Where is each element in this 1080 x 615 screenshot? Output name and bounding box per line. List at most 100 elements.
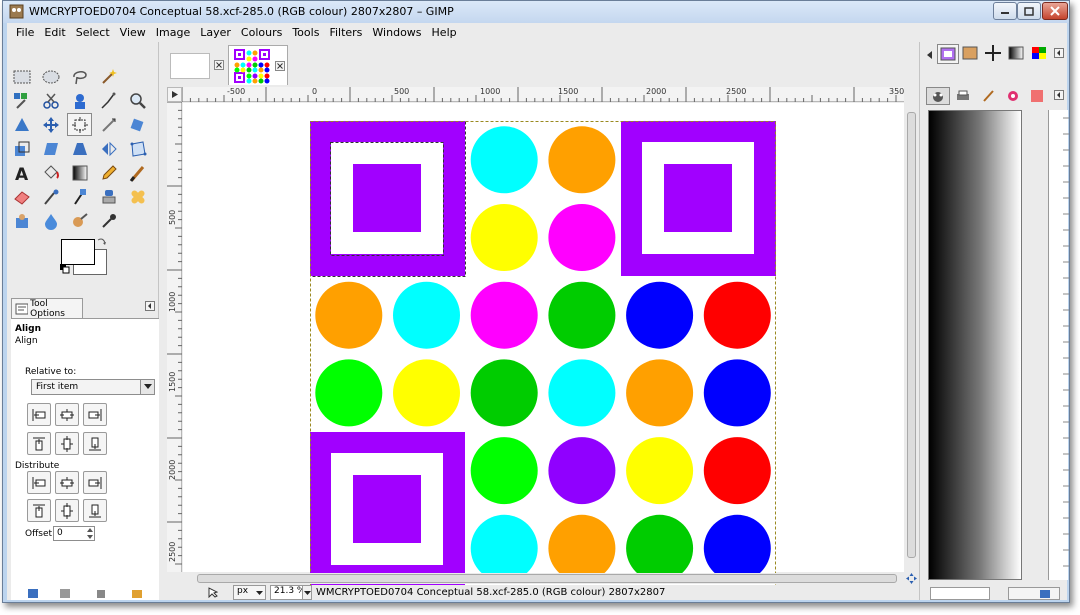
distribute-bottom-button[interactable] <box>83 499 107 522</box>
align-middle-v-button[interactable] <box>55 432 79 455</box>
dock-menu-icon[interactable] <box>924 50 934 60</box>
zoom-dropdown-button[interactable] <box>302 585 312 600</box>
reset-tool-options-icon[interactable] <box>131 588 143 598</box>
airbrush-tool[interactable] <box>38 185 63 208</box>
dock-tab-palettes[interactable] <box>1029 44 1051 64</box>
colour-wheel-icon[interactable] <box>1006 89 1020 103</box>
dock-tab-menu-icon[interactable] <box>1054 90 1064 100</box>
dock-action-button[interactable] <box>1008 587 1060 600</box>
dock-tab-gradients[interactable] <box>1006 44 1028 64</box>
select-by-colour-tool[interactable] <box>9 89 34 112</box>
zoom-tool[interactable] <box>125 89 150 112</box>
ellipse-select-tool[interactable] <box>38 65 63 88</box>
crop-tool[interactable] <box>96 113 121 136</box>
maximize-button[interactable] <box>1017 2 1041 20</box>
spin-arrows-icon[interactable] <box>86 526 94 541</box>
paintbrush-tool[interactable] <box>125 161 150 184</box>
blur-tool[interactable] <box>38 209 63 232</box>
delete-tool-preset-icon[interactable] <box>95 588 107 598</box>
distribute-right-button[interactable] <box>83 471 107 494</box>
ink-tool[interactable] <box>67 185 92 208</box>
dock-tab-paths[interactable] <box>983 44 1005 64</box>
flip-tool[interactable] <box>96 137 121 160</box>
relative-to-dropdown-button[interactable] <box>140 380 154 394</box>
gradient-preview[interactable] <box>928 110 1022 580</box>
heal-tool[interactable] <box>125 185 150 208</box>
unit-select[interactable]: px <box>233 585 266 600</box>
align-tool[interactable] <box>67 113 92 136</box>
colour-picker-tool[interactable] <box>96 209 121 232</box>
close-tab-icon[interactable] <box>214 60 224 70</box>
save-tool-preset-icon[interactable] <box>27 588 39 598</box>
restore-tool-preset-icon[interactable] <box>59 588 71 598</box>
printer-icon[interactable] <box>956 90 970 102</box>
eraser-tool[interactable] <box>9 185 34 208</box>
paintbrush-icon[interactable] <box>982 89 996 103</box>
foreground-colour-swatch[interactable] <box>61 239 95 265</box>
brush-preview-field[interactable] <box>930 587 990 600</box>
paths-tool[interactable] <box>96 89 121 112</box>
horizontal-ruler[interactable]: -500 0 500 1000 1500 2000 2500 350 <box>182 87 904 102</box>
image-tab-2[interactable] <box>228 45 288 85</box>
dock-tab-patterns[interactable] <box>937 44 959 64</box>
align-right-edge-button[interactable] <box>83 403 107 426</box>
menu-file[interactable]: File <box>11 26 39 39</box>
menu-tools[interactable]: Tools <box>287 26 324 39</box>
vertical-ruler[interactable]: 500 1000 1500 2000 2500 <box>167 102 182 572</box>
fonts-icon[interactable] <box>1030 89 1044 103</box>
perspective-clone-tool[interactable] <box>9 113 34 136</box>
menu-filters[interactable]: Filters <box>324 26 367 39</box>
horizontal-scrollbar-thumb[interactable] <box>197 574 897 583</box>
close-tab-icon[interactable] <box>275 61 285 71</box>
swap-colours-icon[interactable] <box>97 237 107 247</box>
free-select-tool[interactable] <box>67 65 92 88</box>
dock-tab-layers[interactable] <box>926 87 950 105</box>
move-tool[interactable] <box>38 113 63 136</box>
perspective-tool[interactable] <box>67 137 92 160</box>
scissors-select-tool[interactable] <box>38 89 63 112</box>
scale-tool[interactable] <box>9 137 34 160</box>
horizontal-scrollbar[interactable] <box>182 573 904 584</box>
dock-tab-menu-icon[interactable] <box>1054 48 1064 58</box>
distribute-top-button[interactable] <box>27 499 51 522</box>
menu-colours[interactable]: Colours <box>236 26 287 39</box>
clone-tool[interactable] <box>96 185 121 208</box>
dock-list-panel[interactable] <box>1048 110 1069 580</box>
blend-tool[interactable] <box>67 161 92 184</box>
image-canvas[interactable] <box>310 121 776 587</box>
minimize-button[interactable] <box>993 2 1017 20</box>
dock-tab-brushes[interactable] <box>960 44 982 64</box>
menu-select[interactable]: Select <box>71 26 115 39</box>
menu-view[interactable]: View <box>115 26 151 39</box>
align-bottom-edge-button[interactable] <box>83 432 107 455</box>
navigate-icon[interactable] <box>906 573 917 584</box>
ruler-corner[interactable] <box>167 87 182 102</box>
vertical-scrollbar-thumb[interactable] <box>907 112 916 558</box>
rect-select-tool[interactable] <box>9 65 34 88</box>
distribute-left-button[interactable] <box>27 471 51 494</box>
canvas-viewport[interactable] <box>183 103 904 587</box>
menu-image[interactable]: Image <box>151 26 195 39</box>
default-colours-icon[interactable] <box>60 264 70 274</box>
shear-tool[interactable] <box>38 137 63 160</box>
menu-edit[interactable]: Edit <box>39 26 70 39</box>
menu-windows[interactable]: Windows <box>367 26 426 39</box>
pencil-tool[interactable] <box>96 161 121 184</box>
align-top-edge-button[interactable] <box>27 432 51 455</box>
fuzzy-select-tool[interactable] <box>96 65 121 88</box>
vertical-scrollbar[interactable] <box>906 102 917 572</box>
foreground-select-tool[interactable] <box>67 89 92 112</box>
cage-transform-tool[interactable] <box>125 137 150 160</box>
align-center-h-button[interactable] <box>55 403 79 426</box>
dodge-burn-tool[interactable] <box>67 209 92 232</box>
fg-bg-colour-selector[interactable] <box>60 237 109 275</box>
bucket-fill-tool[interactable] <box>38 161 63 184</box>
smudge-tool[interactable] <box>9 209 34 232</box>
menu-layer[interactable]: Layer <box>195 26 236 39</box>
relative-to-select[interactable]: First item <box>31 379 155 395</box>
menu-help[interactable]: Help <box>427 26 462 39</box>
tab-menu-icon[interactable] <box>145 301 155 311</box>
close-button[interactable] <box>1042 2 1068 20</box>
distribute-middle-v-button[interactable] <box>55 499 79 522</box>
image-tab-1[interactable] <box>168 45 228 85</box>
